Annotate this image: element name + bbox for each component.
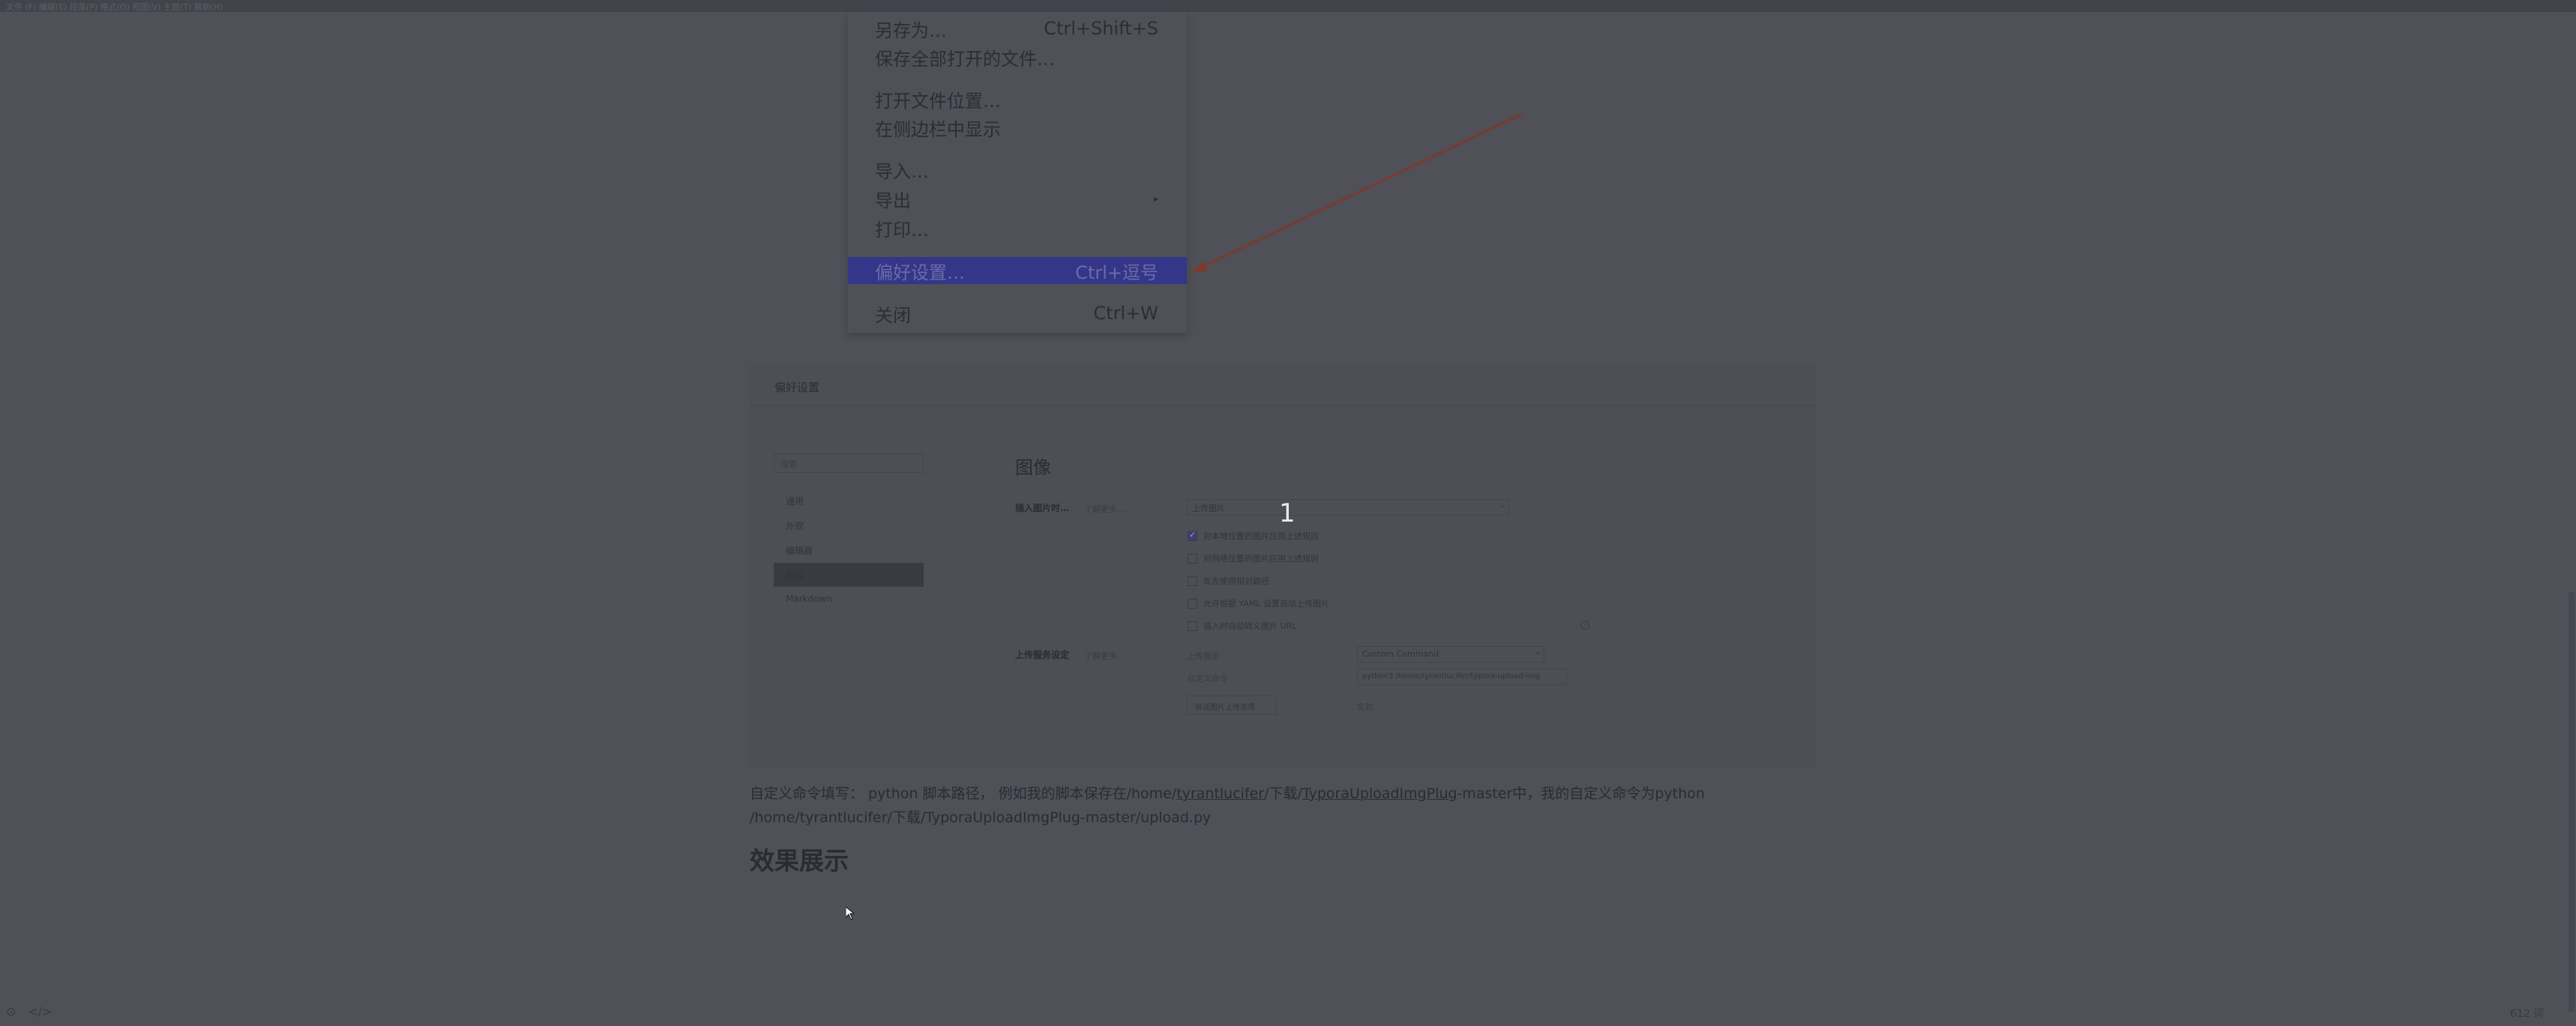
paragraph-line-2: /home/tyrantlucifer/下载/TyporaUploadImgPl…	[750, 809, 1212, 826]
preferences-screenshot: 偏好设置 搜索 通用 外观 编辑器 图像 Markdown 图像 插入图片时… …	[750, 364, 1816, 769]
checkbox-local-images[interactable]: 对本地位置的图片应用上述规则	[1188, 530, 1319, 542]
paragraph-line-1: 自定义命令填写： python 脚本路径， 例如我的脚本保存在/home/tyr…	[750, 782, 1799, 806]
underlined-word: TyporaUploadImgPlug	[1301, 785, 1457, 802]
checkbox-escape-url[interactable]: 插入时自动转义图片 URL	[1188, 620, 1296, 632]
sidebar-toggle-icon[interactable]: ⊙	[6, 1004, 16, 1019]
chevron-down-icon: ⌄	[1534, 648, 1541, 657]
checkbox-yaml-upload[interactable]: 允许根据 YAML 设置自动上传图片	[1188, 597, 1329, 609]
menu-item-export[interactable]: 导出 ▸	[848, 185, 1187, 212]
menu-item-label: 导出	[875, 190, 911, 211]
prefs-nav-image[interactable]: 图像	[774, 563, 924, 587]
article-paragraph: 自定义命令填写： python 脚本路径， 例如我的脚本保存在/home/tyr…	[750, 782, 1799, 830]
checkbox-icon	[1188, 530, 1197, 541]
checkbox-icon	[1188, 598, 1197, 609]
word-count[interactable]: 612 词	[2510, 1006, 2544, 1021]
insert-learn-more-link[interactable]: 了解更多…	[1084, 503, 1125, 515]
checkbox-icon	[1188, 553, 1197, 564]
menu-item-label: 打开文件位置…	[875, 90, 1001, 112]
prefs-divider	[750, 405, 1816, 406]
select-value: 上传图片	[1192, 504, 1225, 513]
text-span: -master中，我的自定义命令为python	[1457, 785, 1705, 802]
checkbox-label: 对网络位置的图片应用上述规则	[1203, 554, 1319, 564]
section-heading: 效果展示	[750, 846, 849, 875]
checkbox-label: 允许根据 YAML 设置自动上传图片	[1203, 599, 1330, 609]
menu-item-close[interactable]: 关闭 Ctrl+W	[848, 300, 1187, 327]
statusbar-left: ⊙ </>	[6, 1004, 52, 1019]
upload-service-select[interactable]: Custom Command ⌄	[1357, 646, 1544, 663]
select-value: Custom Command	[1362, 649, 1439, 659]
menu-item-show-in-sidebar[interactable]: 在侧边栏中显示	[848, 114, 1187, 141]
menu-item-label: 导入…	[875, 160, 929, 182]
prefs-nav-editor[interactable]: 编辑器	[774, 538, 924, 562]
prefs-nav-markdown[interactable]: Markdown	[774, 588, 924, 612]
menu-item-shortcut: Ctrl+W	[1093, 303, 1158, 324]
upload-learn-more-link[interactable]: 了解更多…	[1084, 650, 1125, 662]
checkbox-relative-path[interactable]: 优先使用相对路径	[1188, 575, 1269, 587]
mouse-cursor-icon	[846, 907, 855, 920]
menu-item-shortcut: Ctrl+Shift+S	[1044, 18, 1158, 39]
menu-item-save-all[interactable]: 保存全部打开的文件…	[848, 43, 1187, 70]
prefs-nav-appearance[interactable]: 外观	[774, 513, 924, 537]
insert-image-label: 插入图片时…	[1015, 503, 1070, 513]
menu-item-import[interactable]: 导入…	[848, 156, 1187, 183]
text-span: /下载/	[1264, 785, 1302, 802]
checkbox-icon	[1188, 621, 1197, 631]
menu-item-label: 另存为…	[875, 19, 947, 41]
insert-image-select[interactable]: 上传图片 ⌄	[1187, 499, 1509, 516]
menu-item-label: 打印…	[875, 219, 929, 241]
prefs-section-heading: 图像	[1015, 457, 1051, 478]
file-menu: 另存为… Ctrl+Shift+S 保存全部打开的文件… 打开文件位置… 在侧边…	[848, 12, 1187, 333]
info-icon[interactable]: i	[1580, 621, 1589, 630]
checkbox-label: 对本地位置的图片应用上述规则	[1203, 531, 1319, 541]
source-code-mode-icon[interactable]: </>	[28, 1004, 52, 1019]
menu-item-label: 偏好设置…	[875, 262, 965, 283]
annotation-number: 1	[1279, 498, 1295, 528]
verify-hint: 实验	[1357, 702, 1373, 712]
prefs-title: 偏好设置	[774, 381, 820, 394]
menu-item-print[interactable]: 打印…	[848, 214, 1187, 241]
service-label: 上传服务	[1187, 651, 1220, 661]
submenu-arrow-icon: ▸	[1153, 193, 1158, 204]
checkbox-label: 优先使用相对路径	[1203, 576, 1269, 586]
menu-item-shortcut: Ctrl+逗号	[1075, 262, 1158, 283]
custom-command-input[interactable]: python3 /home/tyrantlucifer/typora-uploa…	[1357, 669, 1567, 685]
menu-item-preferences[interactable]: 偏好设置… Ctrl+逗号	[848, 257, 1187, 284]
scrollbar-thumb[interactable]	[2569, 592, 2575, 1012]
menubar-text: 文件 (F) 编辑(E) 段落(P) 格式(O) 视图(V) 主题(T) 帮助(…	[6, 2, 223, 12]
menu-item-save-as[interactable]: 另存为… Ctrl+Shift+S	[848, 15, 1187, 42]
prefs-nav-general[interactable]: 通用	[774, 489, 924, 513]
checkbox-label: 插入时自动转义图片 URL	[1203, 621, 1297, 631]
menu-item-open-file-location[interactable]: 打开文件位置…	[848, 85, 1187, 112]
upload-service-label: 上传服务设定	[1015, 650, 1070, 660]
menu-item-label: 关闭	[875, 304, 911, 326]
checkbox-network-images[interactable]: 对网络位置的图片应用上述规则	[1188, 552, 1319, 564]
chevron-down-icon: ⌄	[1499, 501, 1505, 510]
text-span: 自定义命令填写： python 脚本路径， 例如我的脚本保存在/home/	[750, 785, 1177, 802]
verify-upload-button[interactable]: 验证图片上传选项	[1187, 695, 1277, 715]
checkbox-icon	[1188, 576, 1197, 586]
underlined-word: tyrantlucifer	[1176, 785, 1265, 802]
menu-item-label: 保存全部打开的文件…	[875, 48, 1055, 70]
top-menubar: 文件 (F) 编辑(E) 段落(P) 格式(O) 视图(V) 主题(T) 帮助(…	[0, 0, 2576, 12]
custom-command-label: 自定义命令	[1187, 674, 1228, 684]
menu-item-label: 在侧边栏中显示	[875, 118, 1001, 140]
prefs-search-input[interactable]: 搜索	[774, 453, 924, 473]
